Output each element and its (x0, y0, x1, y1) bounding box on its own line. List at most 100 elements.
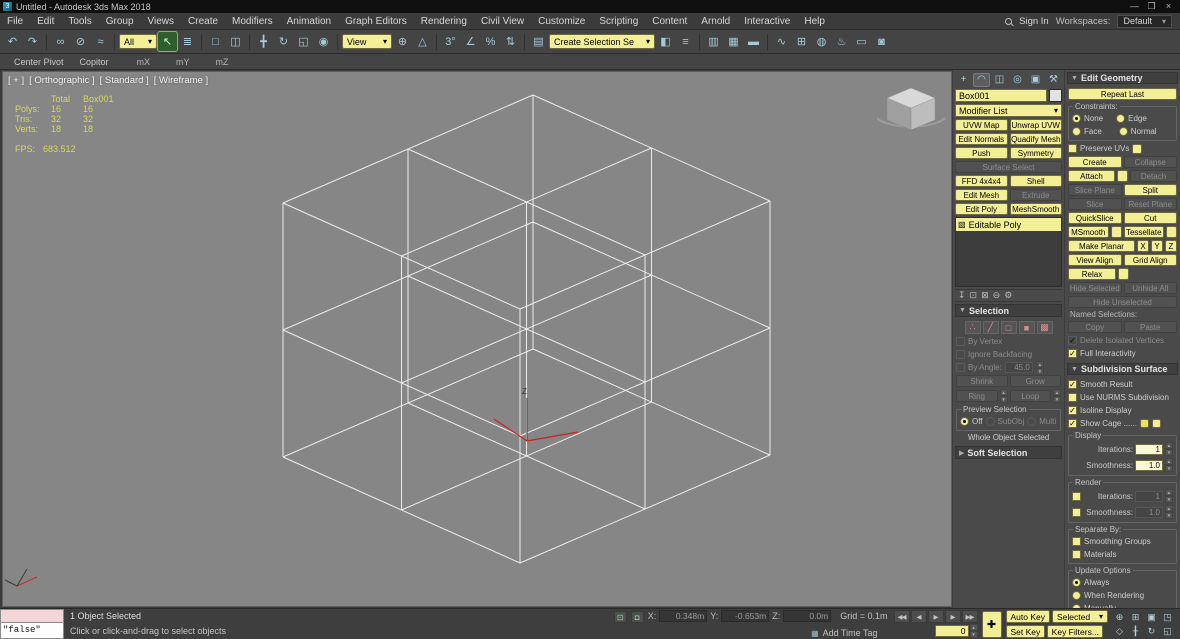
modifier-button[interactable]: Shell (1009, 175, 1062, 187)
modifier-button[interactable]: Surface Select (955, 161, 1062, 173)
show-cage-checkbox[interactable] (1068, 419, 1077, 428)
create-button[interactable]: Create (1068, 156, 1122, 168)
viewport-style-menu[interactable]: [ Standard ] (100, 75, 149, 86)
x-coordinate-field[interactable]: 0.348m (659, 610, 708, 622)
view-align-button[interactable]: View Align (1068, 254, 1122, 266)
object-name-field[interactable]: Box001 (955, 89, 1047, 102)
tessellate-button[interactable]: Tessellate (1123, 226, 1164, 238)
toggle-ribbon-icon[interactable]: ▬ (744, 32, 763, 51)
isoline-display-checkbox[interactable] (1068, 406, 1077, 415)
unlink-selection-icon[interactable]: ⊘ (71, 32, 90, 51)
viewport-shading-menu[interactable]: [ Wireframe ] (154, 75, 208, 86)
reference-coordinate-dropdown[interactable]: View (342, 34, 392, 49)
modifier-stack[interactable]: ▧ Editable Poly (955, 217, 1062, 287)
menu-item[interactable]: Animation (280, 15, 338, 28)
polygon-mode-icon[interactable]: ■ (1018, 321, 1035, 334)
app-icon[interactable]: 3 (3, 2, 12, 11)
preview-subobj-radio[interactable] (985, 417, 995, 426)
auto-key-button[interactable]: Auto Key (1005, 610, 1050, 623)
macro-button[interactable]: mY (176, 57, 190, 67)
align-icon[interactable]: ≡ (676, 32, 695, 51)
macro-button[interactable]: mZ (216, 57, 229, 67)
tab-display[interactable]: ▣ (1027, 73, 1044, 87)
select-and-link-icon[interactable]: ∞ (51, 32, 70, 51)
reset-plane-button[interactable]: Reset Plane (1123, 198, 1177, 210)
modifier-button[interactable]: Edit Mesh (955, 189, 1008, 201)
mirror-icon[interactable]: ◧ (656, 32, 675, 51)
menu-item[interactable]: Arnold (694, 15, 737, 28)
search-icon[interactable] (1005, 17, 1013, 25)
msmooth-settings[interactable] (1110, 226, 1122, 238)
display-smoothness-field[interactable]: 1.0 (1135, 459, 1163, 471)
tab-utilities[interactable]: ⚒ (1045, 73, 1062, 87)
render-iterations-checkbox[interactable] (1072, 491, 1081, 501)
modifier-list-dropdown[interactable]: Modifier List (955, 104, 1062, 117)
configure-modifier-sets-icon[interactable]: ⚙ (1004, 290, 1012, 301)
macro-button[interactable]: mX (137, 57, 151, 67)
menu-item[interactable]: Content (645, 15, 694, 28)
material-editor-icon[interactable]: ◍ (812, 32, 831, 51)
render-setup-icon[interactable]: ♨ (832, 32, 851, 51)
ring-button[interactable]: Ring (956, 390, 998, 402)
ignore-backfacing-checkbox[interactable] (956, 350, 965, 359)
menu-item[interactable]: File (0, 15, 30, 28)
pin-stack-icon[interactable]: ↧ (958, 290, 966, 301)
constraint-none-radio[interactable] (1072, 114, 1081, 123)
named-selection-sets-dropdown[interactable]: Create Selection Se (549, 34, 655, 49)
isolate-selection-toggle[interactable]: ⊡ (613, 611, 627, 623)
toggle-layer-explorer-icon[interactable]: ▦ (724, 32, 743, 51)
menu-item[interactable]: Scripting (592, 15, 645, 28)
planar-z-button[interactable]: Z (1165, 240, 1177, 252)
select-and-rotate-icon[interactable]: ↻ (274, 32, 293, 51)
attach-button[interactable]: Attach (1068, 170, 1115, 182)
maxscript-mini-listener[interactable]: "false" (0, 623, 64, 639)
toggle-scene-explorer-icon[interactable]: ▥ (704, 32, 723, 51)
copitor-button[interactable]: Copitor (74, 56, 115, 68)
display-iterations-field[interactable]: 1 (1135, 443, 1163, 455)
transform-gizmo[interactable]: Z (493, 387, 579, 442)
menu-item[interactable]: Customize (531, 15, 592, 28)
tab-create[interactable]: + (955, 73, 972, 87)
full-interactivity-checkbox[interactable] (1068, 349, 1077, 358)
constraint-edge-radio[interactable] (1116, 114, 1126, 123)
snaps-toggle-icon[interactable]: 3° (441, 32, 460, 51)
update-always-radio[interactable] (1072, 578, 1081, 587)
make-planar-button[interactable]: Make Planar (1068, 240, 1135, 252)
set-key-button[interactable]: Set Key (1005, 625, 1046, 638)
rendered-frame-window-icon[interactable]: ▭ (852, 32, 871, 51)
zoom-extents-icon[interactable]: ▣ (1144, 611, 1159, 623)
menu-item[interactable]: Tools (61, 15, 98, 28)
preview-multi-radio[interactable] (1027, 417, 1037, 426)
tab-modify[interactable]: ◠ (973, 72, 990, 87)
paste-button[interactable]: Paste (1123, 321, 1177, 333)
modifier-button[interactable]: UVW Map (955, 119, 1008, 131)
key-filters-button[interactable]: Key Filters... (1047, 625, 1104, 638)
render-production-icon[interactable]: ◙ (872, 32, 891, 51)
orbit-icon[interactable]: ↻ (1144, 625, 1159, 637)
collapse-button[interactable]: Collapse (1123, 156, 1177, 168)
stack-entry-editable-poly[interactable]: ▧ Editable Poly (956, 218, 1061, 231)
modifier-button[interactable]: Push (955, 147, 1008, 159)
delete-isolated-vertices-checkbox[interactable] (1068, 336, 1077, 345)
select-and-scale-icon[interactable]: ◱ (294, 32, 313, 51)
tessellate-settings[interactable] (1166, 226, 1177, 238)
unhide-all-button[interactable]: Unhide All (1123, 282, 1177, 294)
show-end-result-icon[interactable]: ⊡ (970, 290, 978, 301)
constraint-normal-radio[interactable] (1118, 127, 1128, 136)
relax-settings[interactable] (1118, 268, 1129, 280)
constraint-face-radio[interactable] (1072, 127, 1081, 136)
select-and-place-icon[interactable]: ◉ (314, 32, 333, 51)
render-smoothness-field[interactable]: 1.0 (1135, 506, 1163, 518)
quickslice-button[interactable]: QuickSlice (1068, 212, 1122, 224)
add-time-tag[interactable]: Add Time Tag (823, 628, 878, 638)
key-selection-dropdown[interactable]: Selected (1052, 610, 1108, 623)
tab-hierarchy[interactable]: ◫ (991, 73, 1008, 87)
modifier-button[interactable]: Unwrap UVW (1009, 119, 1062, 131)
menu-item[interactable]: Help (797, 15, 832, 28)
edge-mode-icon[interactable]: ╱ (982, 321, 999, 334)
grid-align-button[interactable]: Grid Align (1123, 254, 1177, 266)
set-keys-button[interactable]: ✚ (981, 610, 1002, 638)
repeat-last-button[interactable]: Repeat Last (1068, 88, 1177, 100)
menu-item[interactable]: Modifiers (225, 15, 280, 28)
modifier-button[interactable]: Edit Poly (955, 203, 1008, 215)
